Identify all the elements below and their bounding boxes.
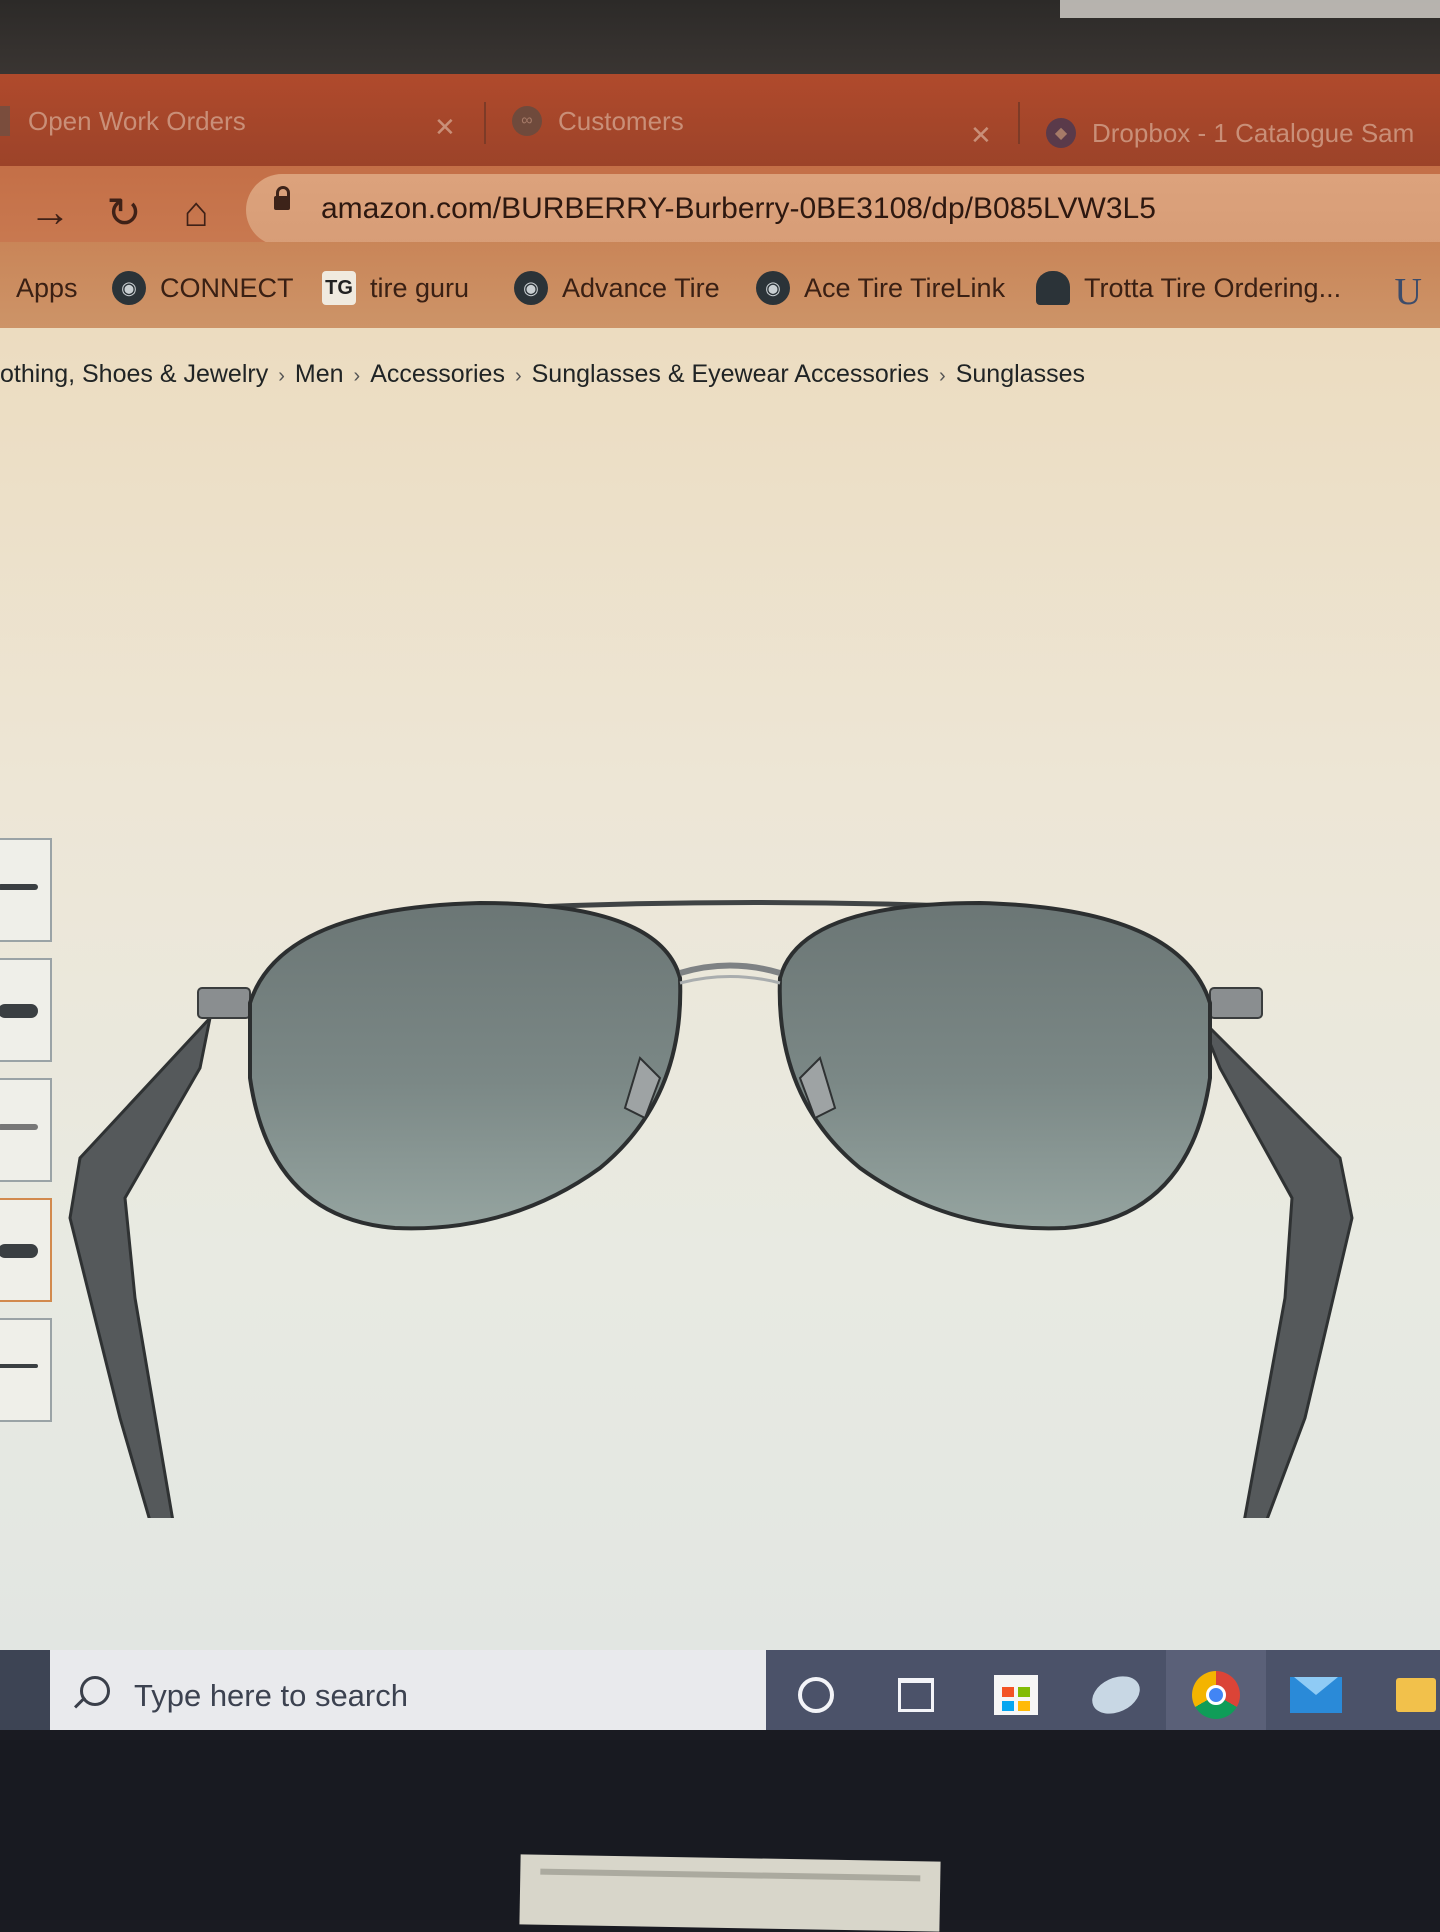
browser-tab-strip: Open Work Orders ✕ ∞ Customers ✕ ◆ Dropb… [0, 74, 1440, 166]
bookmark-overflow[interactable]: U [1395, 270, 1422, 314]
breadcrumb: othing, Shoes & Jewelry › Men › Accessories ›… [0, 360, 1085, 389]
paper-on-desk [519, 1854, 941, 1932]
product-page: othing, Shoes & Jewelry › Men › Accessories ›… [0, 328, 1440, 1658]
thumbnail[interactable] [0, 1078, 52, 1182]
tab-dropbox[interactable]: ◆ Dropbox - 1 Catalogue Sam [1046, 108, 1414, 158]
breadcrumb-separator: › [278, 365, 285, 387]
bookmark-label: tire guru [370, 272, 470, 303]
monitor-top-bezel [0, 0, 1440, 74]
monitor-screen: Open Work Orders ✕ ∞ Customers ✕ ◆ Dropb… [0, 0, 1440, 1730]
breadcrumb-item[interactable]: othing, Shoes & Jewelry [0, 360, 268, 388]
globe-icon: ◉ [514, 271, 548, 305]
sunglasses-product-image [68, 899, 1354, 1518]
search-placeholder: Type here to search [134, 1678, 408, 1713]
snip-icon[interactable] [1066, 1650, 1166, 1730]
bookmark-label: Ace Tire TireLink [804, 272, 1006, 303]
breadcrumb-item[interactable]: Men [295, 360, 344, 388]
dropbox-icon: ◆ [1046, 118, 1076, 148]
close-tab-icon[interactable]: ✕ [970, 110, 992, 160]
bookmark-label: Advance Tire [562, 272, 720, 303]
breadcrumb-separator: › [353, 365, 361, 387]
tab-open-work-orders[interactable]: Open Work Orders [0, 96, 246, 146]
bookmark-ace-tire[interactable]: ◉ Ace Tire TireLink [756, 268, 1005, 308]
tab-favicon-icon: ∞ [512, 106, 542, 136]
bookmarks-bar: Apps ◉ CONNECT TG tire guru ◉ Advance Ti… [0, 242, 1440, 328]
thumbnail-selected[interactable] [0, 1198, 52, 1302]
globe-icon: ◉ [112, 271, 146, 305]
thumbnail[interactable] [0, 1318, 52, 1422]
store-icon[interactable] [966, 1650, 1066, 1730]
url-text: amazon.com/BURBERRY-Burberry-0BE3108/dp/… [321, 192, 1156, 225]
windows-taskbar: Type here to search [0, 1650, 1440, 1730]
thumbnail[interactable] [0, 838, 52, 942]
breadcrumb-item[interactable]: Sunglasses [956, 360, 1085, 388]
bookmark-tire-guru[interactable]: TG tire guru [322, 268, 469, 308]
breadcrumb-separator: › [514, 365, 522, 387]
search-icon [80, 1676, 110, 1706]
tab-label: Customers [558, 105, 684, 136]
tab-label: Open Work Orders [28, 105, 246, 136]
tg-icon: TG [322, 271, 356, 305]
address-bar[interactable]: amazon.com/BURBERRY-Burberry-0BE3108/dp/… [246, 174, 1440, 246]
close-tab-icon[interactable]: ✕ [434, 102, 456, 152]
breadcrumb-item[interactable]: Accessories [370, 360, 505, 388]
bookmark-advance-tire[interactable]: ◉ Advance Tire [514, 268, 720, 308]
bookmark-icon [1036, 271, 1070, 305]
globe-icon: ◉ [756, 271, 790, 305]
lock-icon [274, 186, 290, 210]
reload-icon[interactable]: ↻ [96, 184, 152, 240]
bookmark-connect[interactable]: ◉ CONNECT [112, 268, 294, 308]
taskbar-search[interactable]: Type here to search [50, 1650, 766, 1730]
breadcrumb-item[interactable]: Sunglasses & Eyewear Accessories [532, 360, 929, 388]
thumbnail[interactable] [0, 958, 52, 1062]
taskbar-apps [766, 1650, 1440, 1730]
bookmark-apps[interactable]: Apps [16, 268, 78, 308]
file-explorer-icon[interactable] [1366, 1650, 1440, 1730]
cortana-icon[interactable] [766, 1650, 866, 1730]
task-view-icon[interactable] [866, 1650, 966, 1730]
mail-icon[interactable] [1266, 1650, 1366, 1730]
bookmark-label: Trotta Tire Ordering... [1084, 272, 1342, 303]
monitor-bottom-bezel [0, 1740, 1440, 1932]
bookmark-label: Apps [16, 272, 78, 303]
tab-favicon-icon [0, 106, 10, 136]
tab-customers[interactable]: ∞ Customers [512, 96, 684, 146]
bookmark-label: CONNECT [160, 272, 294, 303]
tab-label: Dropbox - 1 Catalogue Sam [1092, 117, 1415, 148]
start-button[interactable] [0, 1650, 50, 1730]
home-icon[interactable]: ⌂ [168, 184, 224, 240]
forward-arrow-icon[interactable]: → [22, 184, 78, 240]
bookmark-trotta-tire[interactable]: Trotta Tire Ordering... [1036, 268, 1341, 308]
chrome-icon[interactable] [1166, 1650, 1266, 1730]
breadcrumb-separator: › [939, 365, 946, 387]
